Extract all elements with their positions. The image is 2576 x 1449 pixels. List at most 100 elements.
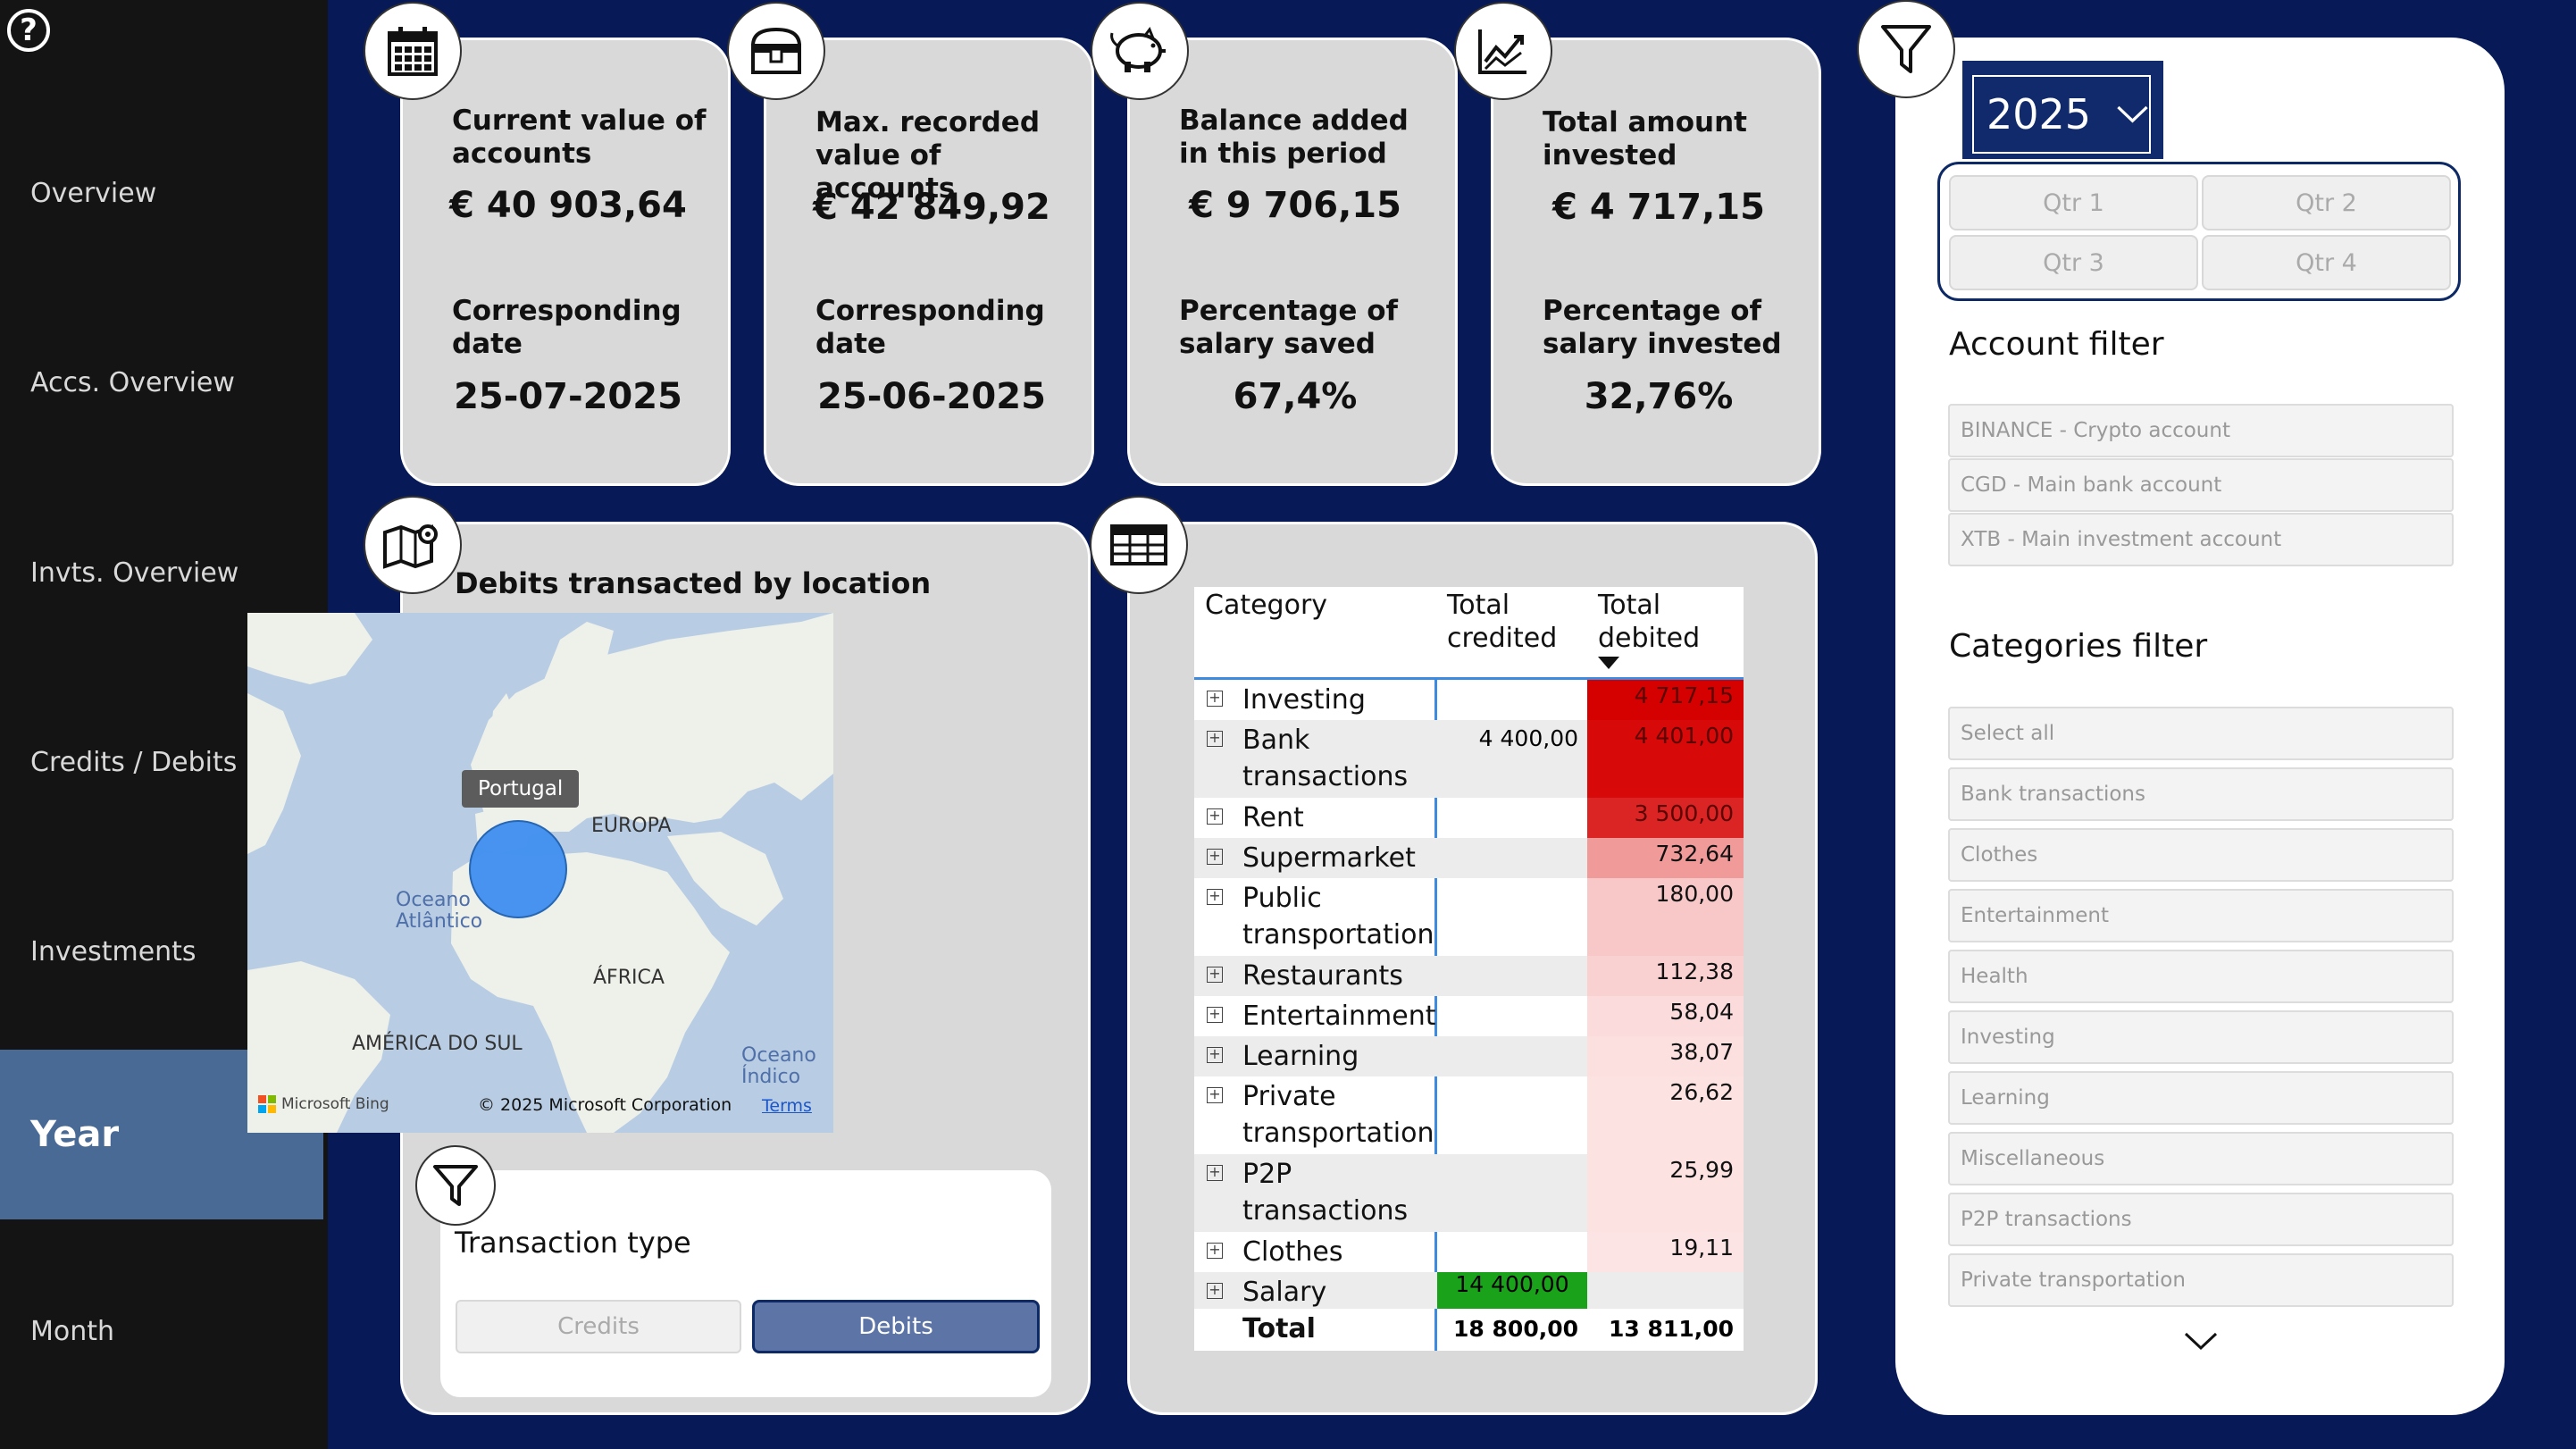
kpi-card-total-invested: Total amount invested € 4 717,15 Percent… [1491, 38, 1821, 486]
col-header-credited[interactable]: Total credited [1447, 589, 1557, 655]
table-row[interactable]: + Private transportation 26,62 [1194, 1076, 1744, 1154]
kpi-card-max-value: Max. recorded value of accounts € 42 849… [764, 38, 1094, 486]
category-option[interactable]: Miscellaneous [1948, 1132, 2454, 1185]
nav-month[interactable]: Month [0, 1246, 323, 1416]
category-option[interactable]: Health [1948, 950, 2454, 1003]
row-category: Restaurants [1242, 960, 1403, 992]
table-row[interactable]: + Clothes 19,11 [1194, 1232, 1744, 1272]
table-row[interactable]: + Investing 4 717,15 [1194, 680, 1744, 720]
nav-label: Month [30, 1315, 115, 1347]
chevron-down-icon [2117, 105, 2148, 123]
expand-icon[interactable]: + [1207, 967, 1223, 983]
row-debited: 4 401,00 [1587, 720, 1744, 798]
expand-icon[interactable]: + [1207, 1047, 1223, 1063]
category-option[interactable]: P2P transactions [1948, 1193, 2454, 1246]
row-debited [1587, 1272, 1744, 1309]
nav-overview[interactable]: Overview [0, 108, 323, 278]
category-option[interactable]: Entertainment [1948, 889, 2454, 942]
scroll-down-chevron-icon[interactable] [2183, 1331, 2219, 1356]
map-terms-link[interactable]: Terms [762, 1096, 812, 1116]
kpi-label: Total amount invested [1543, 106, 1747, 172]
table-row[interactable]: + Salary 14 400,00 [1194, 1272, 1744, 1309]
nav-label: Investments [30, 935, 197, 967]
category-option[interactable]: Clothes [1948, 828, 2454, 882]
help-icon[interactable]: ? [7, 9, 50, 52]
kpi-sub-label: Percentage of salary saved [1179, 295, 1399, 360]
credits-button[interactable]: Credits [456, 1300, 741, 1353]
kpi-label: Balance added in this period [1179, 105, 1409, 170]
expand-icon[interactable]: + [1207, 1165, 1223, 1181]
map-title: Debits transacted by location [455, 566, 932, 600]
table-row[interactable]: + Rent 3 500,00 [1194, 798, 1744, 838]
qtr-4-button[interactable]: Qtr 4 [2202, 235, 2451, 290]
expand-icon[interactable]: + [1207, 1087, 1223, 1103]
expand-icon[interactable]: + [1207, 1007, 1223, 1023]
category-option[interactable]: Bank transactions [1948, 767, 2454, 821]
expand-icon[interactable]: + [1207, 1243, 1223, 1259]
expand-icon[interactable]: + [1207, 691, 1223, 707]
map-icon [364, 496, 462, 594]
kpi-card-balance-added: Balance added in this period € 9 706,15 … [1127, 38, 1458, 486]
nav-label: Year [30, 1114, 120, 1155]
row-category: Investing [1242, 684, 1366, 716]
table-row[interactable]: + Restaurants 112,38 [1194, 956, 1744, 996]
nav-accs-overview[interactable]: Accs. Overview [0, 297, 323, 467]
portugal-bubble[interactable] [469, 820, 567, 918]
category-option[interactable]: Learning [1948, 1071, 2454, 1125]
bing-logo: Microsoft Bing [258, 1095, 389, 1113]
kpi-value: € 40 903,64 [449, 185, 687, 226]
account-option[interactable]: CGD - Main bank account [1948, 458, 2454, 512]
debits-map[interactable]: Portugal EUROPA ÁFRICA AMÉRICA DO SUL Oc… [247, 613, 833, 1133]
row-category: Salary [1242, 1277, 1327, 1308]
table-icon [1090, 496, 1188, 594]
nav-label: Accs. Overview [30, 366, 235, 398]
qtr-2-button[interactable]: Qtr 2 [2202, 175, 2451, 230]
map-tooltip: Portugal [462, 770, 580, 808]
expand-icon[interactable]: + [1207, 889, 1223, 905]
qtr-1-button[interactable]: Qtr 1 [1949, 175, 2198, 230]
table-row[interactable]: + Bank transactions 4 400,00 4 401,00 [1194, 720, 1744, 798]
debits-button[interactable]: Debits [752, 1300, 1040, 1353]
category-option[interactable]: Select all [1948, 707, 2454, 760]
col-header-category[interactable]: Category [1205, 589, 1327, 622]
row-debited: 732,64 [1587, 838, 1744, 878]
kpi-value: € 9 706,15 [1189, 185, 1401, 226]
qtr-3-button[interactable]: Qtr 3 [1949, 235, 2198, 290]
row-category: Entertainment [1242, 1001, 1436, 1032]
expand-icon[interactable]: + [1207, 808, 1223, 825]
col-header-debited[interactable]: Total debited [1598, 589, 1700, 655]
row-debited: 112,38 [1587, 956, 1744, 996]
kpi-card-current-value: Current value of accounts € 40 903,64 Co… [400, 38, 731, 486]
table-row[interactable]: + P2P transactions 25,99 [1194, 1154, 1744, 1232]
table-row[interactable]: + Learning 38,07 [1194, 1036, 1744, 1076]
expand-icon[interactable]: + [1207, 731, 1223, 747]
expand-icon[interactable]: + [1207, 1283, 1223, 1299]
table-row[interactable]: + Supermarket 732,64 [1194, 838, 1744, 878]
row-category: Public transportation [1242, 883, 1434, 951]
total-debited: 13 811,00 [1609, 1316, 1734, 1342]
row-category: Rent [1242, 802, 1304, 833]
total-row: Total 18 800,00 13 811,00 [1194, 1309, 1744, 1351]
line-chart-icon [1454, 2, 1552, 100]
account-option[interactable]: BINANCE - Crypto account [1948, 404, 2454, 457]
category-option[interactable]: Investing [1948, 1010, 2454, 1064]
account-option[interactable]: XTB - Main investment account [1948, 513, 2454, 566]
map-copyright: © 2025 Microsoft Corporation [478, 1095, 732, 1115]
filter-icon [415, 1145, 496, 1226]
row-category: Clothes [1242, 1236, 1343, 1268]
kpi-sub-value: 67,4% [1233, 376, 1358, 417]
kpi-value: € 42 849,92 [813, 187, 1050, 228]
map-label-europa: EUROPA [591, 815, 672, 837]
row-credited: 14 400,00 [1437, 1272, 1587, 1309]
expand-icon[interactable]: + [1207, 849, 1223, 865]
table-row[interactable]: + Public transportation 180,00 [1194, 878, 1744, 956]
year-dropdown[interactable]: 2025 [1972, 75, 2151, 154]
row-category: Bank transactions [1242, 724, 1409, 792]
treasure-chest-icon [727, 2, 825, 100]
kpi-sub-value: 25-06-2025 [817, 376, 1046, 417]
table-row[interactable]: + Entertainment 58,04 [1194, 996, 1744, 1036]
sort-desc-icon[interactable] [1598, 657, 1619, 669]
category-option[interactable]: Private transportation [1948, 1253, 2454, 1307]
row-category: Private transportation [1242, 1081, 1434, 1149]
nav-label: Credits / Debits [30, 746, 238, 778]
